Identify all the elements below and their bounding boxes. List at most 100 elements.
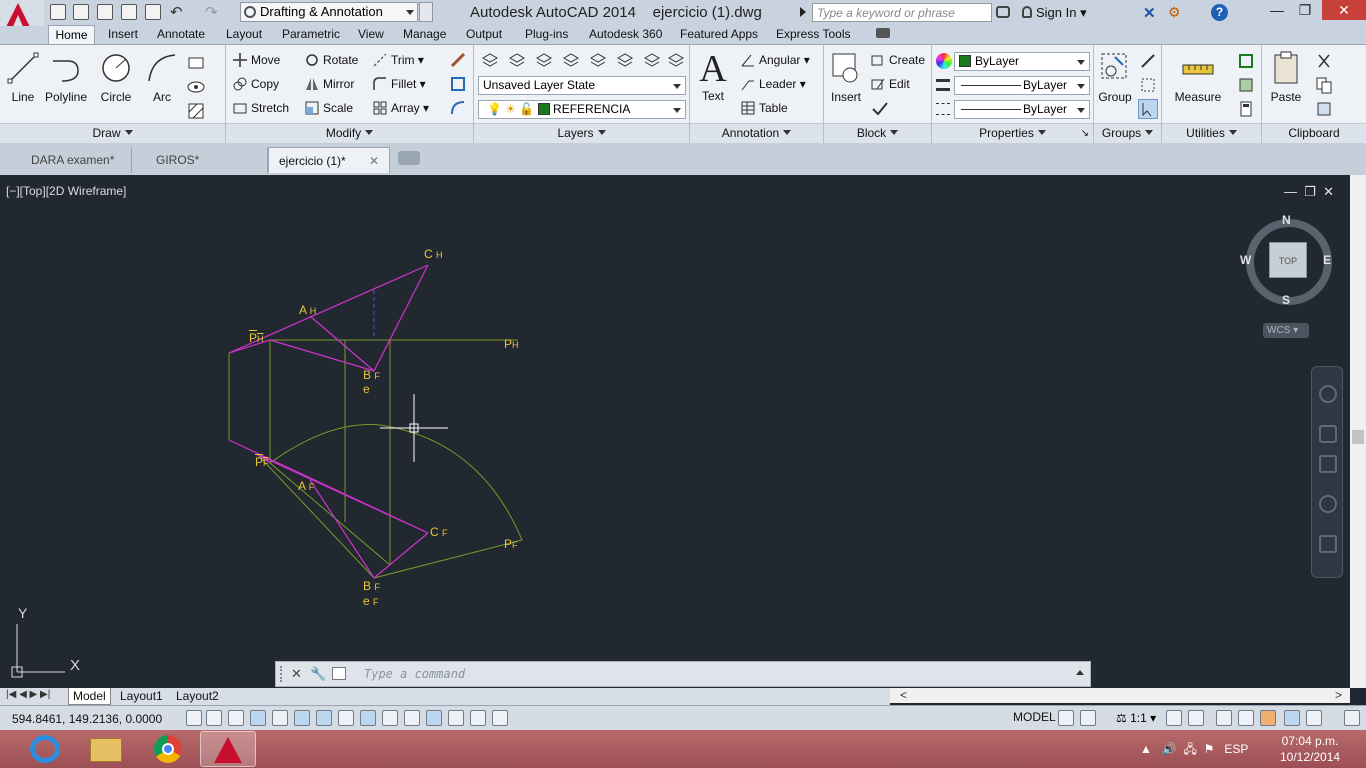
new-tab-icon[interactable] [398, 151, 420, 165]
search-input[interactable]: Type a keyword or phrase [812, 3, 992, 22]
infer-constraints-icon[interactable] [186, 710, 202, 726]
color-dropdown[interactable]: ByLayer [954, 52, 1090, 71]
rotate-button[interactable]: Rotate [304, 50, 358, 70]
quick-view-layouts-icon[interactable] [1058, 710, 1074, 726]
layer-previous-icon[interactable] [534, 51, 554, 71]
object-snap-tracking-icon[interactable] [338, 710, 354, 726]
grip-icon[interactable] [280, 666, 286, 682]
compass-e[interactable]: E [1323, 253, 1331, 267]
plot-icon[interactable] [145, 4, 161, 20]
group-selection-icon[interactable] [1138, 99, 1158, 119]
explode-icon[interactable] [448, 74, 468, 94]
tab-home[interactable]: Home [48, 25, 95, 45]
modify-panel-title[interactable]: Modify [226, 123, 473, 143]
cut-icon[interactable] [1314, 51, 1334, 71]
compass-s[interactable]: S [1282, 293, 1290, 307]
action-center-icon[interactable]: ⚑ [1204, 742, 1215, 756]
wrench-icon[interactable]: 🔧 [310, 666, 326, 682]
arc-button[interactable]: Arc [142, 51, 182, 104]
groups-panel-title[interactable]: Groups [1094, 123, 1161, 143]
layer-state-dropdown[interactable]: Unsaved Layer State [478, 76, 686, 95]
close-icon[interactable]: ✕ [291, 666, 302, 682]
compass-n[interactable]: N [1282, 213, 1291, 227]
scroll-right-icon[interactable]: > [1335, 688, 1342, 702]
annotation-monitor-icon[interactable] [492, 710, 508, 726]
tab-layout[interactable]: Layout [226, 26, 262, 44]
drawing-viewport[interactable]: C H A H PH PH B Fe PF A F C F PF B Fe F … [0, 175, 1350, 688]
open-icon[interactable] [73, 4, 89, 20]
lightbulb-status-icon[interactable] [1306, 710, 1322, 726]
dynamic-ucs-icon[interactable] [360, 710, 376, 726]
quick-select-icon[interactable] [1236, 51, 1256, 71]
group-edit-icon[interactable] [1138, 75, 1158, 95]
quick-access-more-button[interactable] [419, 2, 433, 22]
group-button[interactable]: Group [1096, 51, 1134, 104]
scale-button[interactable]: Scale [304, 98, 353, 118]
viewport-controls-label[interactable]: [−][Top][2D Wireframe] [6, 184, 126, 198]
tab-express-tools[interactable]: Express Tools [776, 26, 850, 44]
binoculars-icon[interactable] [996, 6, 1010, 18]
tab-autodesk-360[interactable]: Autodesk 360 [589, 26, 662, 44]
doc-tab-giros[interactable]: GIROS* [132, 147, 268, 173]
chrome-icon[interactable] [140, 731, 196, 767]
exchange-x-icon[interactable]: ✕ [1143, 4, 1156, 22]
quick-properties-icon[interactable] [448, 710, 464, 726]
wcs-menu[interactable]: WCS ▾ [1263, 323, 1309, 338]
workspace-dropdown[interactable]: Drafting & Annotation [240, 2, 418, 22]
leader-button[interactable]: Leader ▾ [740, 74, 806, 94]
match-properties-icon[interactable] [936, 53, 952, 69]
sign-in-button[interactable]: Sign In ▾ [1022, 5, 1087, 21]
vertical-scrollbar[interactable] [1350, 175, 1366, 688]
layers-panel-title[interactable]: Layers [474, 123, 689, 143]
tab-parametric[interactable]: Parametric [282, 26, 340, 44]
copy-clip-icon[interactable] [1314, 75, 1334, 95]
model-space-button[interactable]: MODEL [1013, 710, 1056, 724]
stretch-button[interactable]: Stretch [232, 98, 289, 118]
search-expand-icon[interactable] [800, 7, 806, 17]
object-snap-icon[interactable] [294, 710, 310, 726]
snap-mode-icon[interactable] [206, 710, 222, 726]
transparency-icon[interactable] [426, 710, 442, 726]
line-button[interactable]: Line [5, 51, 41, 104]
hardware-acceleration-icon[interactable] [1260, 710, 1276, 726]
calculator-icon[interactable] [1236, 99, 1256, 119]
pan-icon[interactable] [1319, 425, 1337, 443]
block-panel-title[interactable]: Block [824, 123, 931, 143]
tab-manage[interactable]: Manage [403, 26, 446, 44]
volume-icon[interactable]: 🔊 [1162, 742, 1177, 756]
layer-walk-icon[interactable] [666, 51, 686, 71]
layer-properties-icon[interactable] [480, 51, 500, 71]
doc-tab-ejercicio[interactable]: ejercicio (1)* ✕ [268, 147, 390, 173]
quick-view-drawings-icon[interactable] [1080, 710, 1096, 726]
zoom-extents-icon[interactable] [1319, 455, 1337, 473]
chevron-up-icon[interactable] [1076, 670, 1084, 675]
polar-tracking-icon[interactable] [272, 710, 288, 726]
new-icon[interactable] [50, 4, 66, 20]
tab-model[interactable]: Model [68, 688, 111, 705]
layer-match-icon[interactable] [507, 51, 527, 71]
autodesk-exchange-icon[interactable]: ⚙ [1168, 4, 1181, 21]
workspace-switching-icon[interactable] [1216, 710, 1232, 726]
redo-icon[interactable]: ↷ [205, 3, 218, 21]
fillet-button[interactable]: Fillet ▾ [372, 74, 426, 94]
utilities-panel-title[interactable]: Utilities [1162, 123, 1261, 143]
viewport-window-controls[interactable]: — ❐ ✕ [1284, 184, 1334, 200]
tab-plugins[interactable]: Plug-ins [525, 26, 568, 44]
3d-object-snap-icon[interactable] [316, 710, 332, 726]
ribbon-minimize-icon[interactable] [876, 28, 890, 38]
linetype-dropdown[interactable]: ByLayer [954, 100, 1090, 119]
create-block-button[interactable]: Create [870, 50, 925, 70]
tab-layout1[interactable]: Layout1 [116, 688, 167, 705]
tab-view[interactable]: View [358, 26, 384, 44]
layer-off-icon[interactable] [642, 51, 662, 71]
annotation-visibility-icon[interactable] [1166, 710, 1182, 726]
insert-button[interactable]: Insert [828, 51, 864, 104]
selection-cycling-icon[interactable] [470, 710, 486, 726]
properties-panel-title[interactable]: Properties ↘ [932, 123, 1093, 143]
measure-button[interactable]: Measure [1170, 51, 1226, 104]
vscroll-thumb[interactable] [1352, 430, 1364, 444]
close-window-button[interactable]: ✕ [1322, 0, 1366, 20]
offset-icon[interactable] [448, 98, 468, 118]
compass-w[interactable]: W [1240, 253, 1251, 267]
angular-button[interactable]: Angular ▾ [740, 50, 810, 70]
